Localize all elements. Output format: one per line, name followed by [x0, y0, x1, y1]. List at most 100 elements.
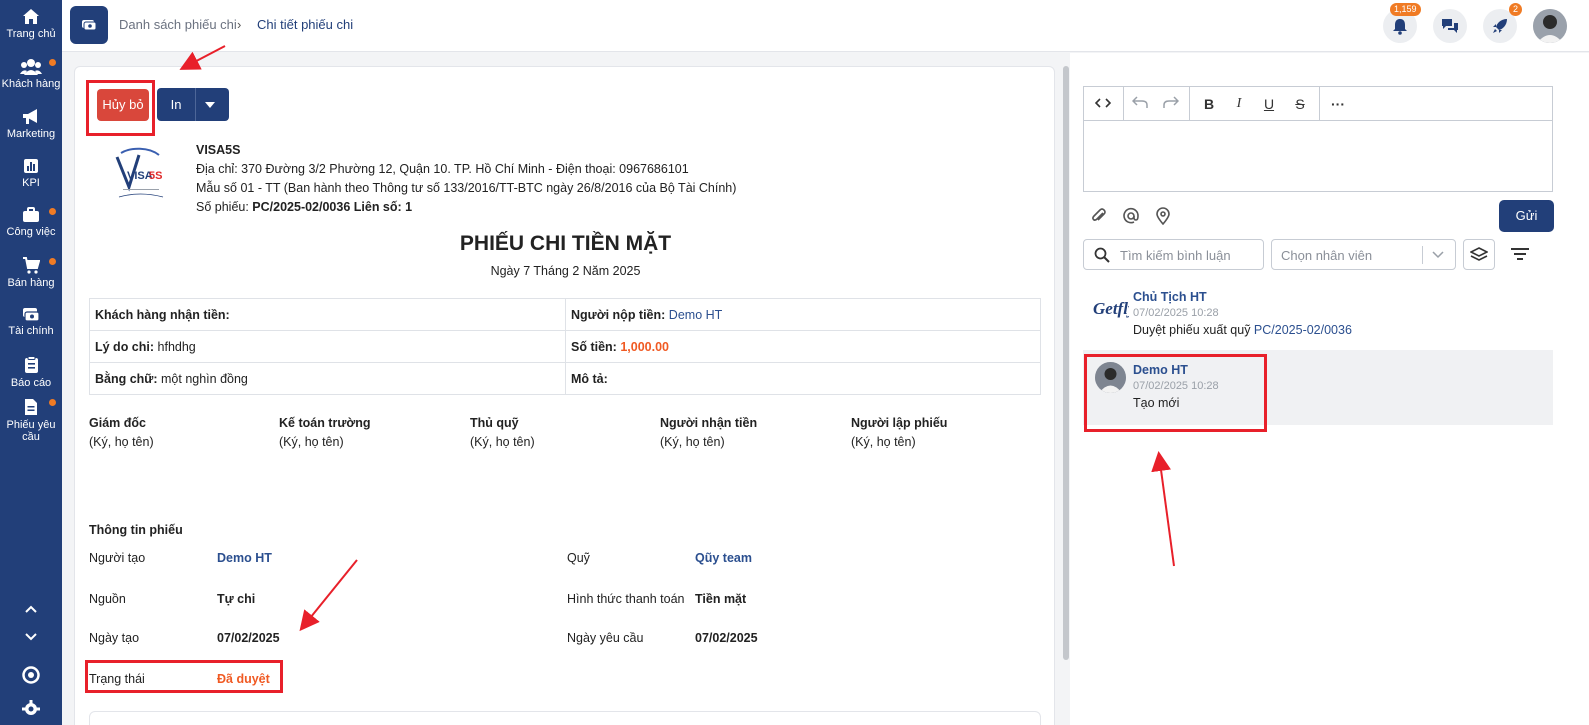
rocket-button[interactable]: 2 [1483, 3, 1523, 43]
comment-link[interactable]: PC/2025-02/0036 [1254, 323, 1352, 337]
strikethrough-icon[interactable]: S [1289, 95, 1311, 113]
employee-select[interactable]: Chọn nhân viên [1271, 239, 1456, 270]
signature-receiver: Người nhận tiền (Ký, họ tên) [660, 414, 757, 452]
table-row: Khách hàng nhận tiền: Người nộp tiền: De… [89, 298, 1041, 331]
notifications-button[interactable]: 1,159 [1383, 3, 1421, 43]
sidebar-item-reports[interactable]: Báo cáo [0, 356, 62, 389]
voucher-date: Ngày 7 Tháng 2 Năm 2025 [490, 264, 641, 278]
svg-text:5S: 5S [149, 170, 162, 182]
comment-panel: B I U S ··· Gửi Tìm kiếm bình luận Chọn … [1070, 53, 1589, 725]
company-address: Địa chỉ: 370 Đường 3/2 Phường 12, Quận 1… [196, 162, 689, 176]
location-icon[interactable] [1154, 207, 1172, 225]
notification-dot [49, 258, 56, 265]
undo-icon[interactable] [1129, 95, 1151, 113]
reason-label: Lý do chi: [95, 339, 155, 354]
notification-dot [49, 399, 56, 406]
search-placeholder: Tìm kiếm bình luận [1120, 248, 1231, 263]
support-icon[interactable] [22, 666, 40, 684]
rocket-count-badge: 2 [1509, 3, 1523, 16]
cart-icon [23, 257, 40, 274]
bold-icon[interactable]: B [1198, 95, 1220, 113]
code-icon[interactable] [1092, 95, 1114, 113]
table-cell: Mô tả: [565, 362, 1041, 395]
redo-icon[interactable] [1160, 95, 1182, 113]
comment-author[interactable]: Chủ Tịch HT [1133, 290, 1352, 304]
creator-value[interactable]: Demo HT [217, 551, 272, 565]
chevron-down-icon[interactable] [24, 632, 38, 642]
filter-button[interactable] [1504, 239, 1536, 270]
sidebar-item-kpi[interactable]: KPI [0, 158, 62, 189]
gear-icon[interactable] [22, 700, 40, 718]
mention-icon[interactable] [1122, 207, 1140, 225]
document-icon [25, 399, 37, 415]
users-icon [20, 59, 42, 75]
divider [1123, 87, 1124, 121]
words-label: Bằng chữ: [95, 371, 158, 386]
table-row: Bằng chữ: một nghìn đồng Mô tả: [89, 362, 1041, 395]
signature-role: Thủ quỹ [470, 416, 519, 430]
clipboard-icon [24, 356, 38, 373]
chevron-up-icon[interactable] [24, 604, 38, 614]
signature-note: (Ký, họ tên) [660, 435, 725, 449]
fund-value[interactable]: Qũy team [695, 551, 752, 565]
sidebar-item-marketing[interactable]: Marketing [0, 108, 62, 140]
send-button[interactable]: Gửi [1499, 200, 1554, 232]
table-cell: Số tiền: 1,000.00 [565, 330, 1041, 363]
description-label: Mô tả: [571, 371, 608, 386]
highlight-box [85, 660, 283, 693]
top-bar: Danh sách phiếu chi › Chi tiết phiếu chi… [62, 0, 1589, 52]
signature-role: Giám đốc [89, 416, 146, 430]
notification-dot [49, 208, 56, 215]
voucher-number: PC/2025-02/0036 Liên số: 1 [252, 200, 413, 214]
bottom-section [89, 711, 1041, 725]
chevron-down-icon[interactable] [205, 102, 215, 108]
comment-body: Duyệt phiếu xuất quỹ [1133, 323, 1254, 337]
comment-item: Getfly Chủ Tịch HT 07/02/2025 10:28 Duyệ… [1083, 289, 1553, 349]
form-note: Mẫu số 01 - TT (Ban hành theo Thông tư s… [196, 181, 737, 195]
sidebar-item-label: Phiếu yêu cầu [6, 419, 56, 443]
layers-button[interactable] [1463, 239, 1495, 270]
editor-toolbar: B I U S ··· [1084, 87, 1552, 121]
amount-label: Số tiền: [571, 339, 617, 354]
divider [195, 88, 196, 121]
finance-module-button[interactable] [70, 6, 108, 44]
underline-icon[interactable]: U [1258, 95, 1280, 113]
sidebar-item-requests[interactable]: Phiếu yêu cầu [0, 398, 62, 443]
sidebar-item-label: KPI [22, 177, 40, 189]
italic-icon[interactable]: I [1228, 95, 1250, 113]
breadcrumb-separator: › [237, 17, 242, 32]
voucher-info-heading: Thông tin phiếu [89, 523, 183, 537]
chevron-down-icon[interactable] [1432, 251, 1444, 259]
company-info: VISA5S Địa chỉ: 370 Đường 3/2 Phường 12,… [196, 141, 736, 217]
highlight-box [1084, 354, 1267, 432]
sidebar-item-home[interactable]: Trang chủ [0, 8, 62, 40]
comment-search-input[interactable]: Tìm kiếm bình luận [1083, 239, 1264, 270]
filter-icon [1511, 248, 1529, 260]
signature-note: (Ký, họ tên) [470, 435, 535, 449]
breadcrumb-parent[interactable]: Danh sách phiếu chi [119, 17, 237, 32]
wallet-icon [82, 20, 97, 31]
breadcrumb-current: Chi tiết phiếu chi [257, 17, 354, 32]
sidebar-item-tasks[interactable]: Công việc [0, 207, 62, 238]
search-icon [1094, 247, 1110, 263]
sidebar-item-finance[interactable]: Tài chính [0, 307, 62, 337]
sidebar-item-customers[interactable]: Khách hàng [0, 58, 62, 90]
comment-editor[interactable]: B I U S ··· [1083, 86, 1553, 192]
user-avatar[interactable] [1533, 9, 1567, 43]
signature-preparer: Người lập phiếu (Ký, họ tên) [851, 414, 947, 452]
signature-note: (Ký, họ tên) [89, 435, 154, 449]
comment-text: Duyệt phiếu xuất quỹ PC/2025-02/0036 [1133, 323, 1352, 337]
request-date-label: Ngày yêu cầu [567, 631, 644, 645]
more-icon[interactable]: ··· [1327, 95, 1349, 113]
sidebar-item-sales[interactable]: Bán hàng [0, 257, 62, 289]
paperclip-icon[interactable] [1090, 207, 1108, 225]
sidebar-item-label: Trang chủ [6, 28, 56, 40]
payer-value[interactable]: Demo HT [669, 308, 722, 322]
signature-note: (Ký, họ tên) [851, 435, 916, 449]
print-button[interactable]: In [157, 88, 229, 121]
scrollbar[interactable] [1063, 66, 1069, 660]
employee-placeholder: Chọn nhân viên [1281, 248, 1373, 263]
divider [1422, 246, 1423, 264]
wallet-icon [23, 308, 40, 322]
chat-button[interactable] [1433, 9, 1467, 43]
